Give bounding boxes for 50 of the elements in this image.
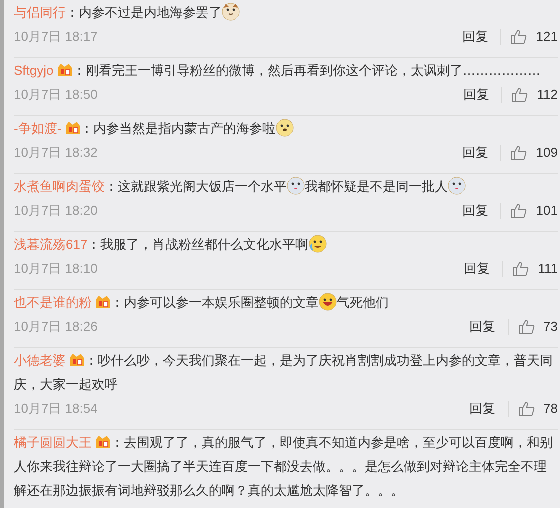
- emoji-icon: [287, 177, 305, 195]
- username-link[interactable]: -争如渡-: [14, 121, 62, 136]
- comment-time: 10月7日 18:10: [14, 260, 98, 278]
- like-count: 109: [536, 144, 558, 162]
- comment-time: 10月7日 18:20: [14, 202, 98, 220]
- like-count: 121: [536, 28, 558, 46]
- username-link[interactable]: 与侣同行: [14, 5, 66, 20]
- like-count: 111: [538, 260, 558, 278]
- comment-text: -争如渡- ：内参当然是指内蒙古产的海参啦: [14, 117, 558, 141]
- comment-time: 10月7日 18:54: [14, 400, 98, 418]
- username-link[interactable]: Sftgyjo: [14, 63, 54, 78]
- reply-link[interactable]: 回复: [463, 87, 502, 103]
- comment-text: 橘子圆圆大王 ：去围观了了，真的服气了，即使真不知道内参是啥，至少可以百度啊，和别人你来我往辩论了一大圈搞了半天连百度一下都没去做。。。是怎么做到对辩论主体完全不理解还在那边振振有词地辩驳那么久的啊？真的太尴尬太降智了。。。: [14, 434, 554, 500]
- reply-link[interactable]: 回复: [470, 319, 509, 335]
- comment-time: 10月7日 18:26: [14, 318, 98, 336]
- comment-time: 10月7日 18:32: [14, 144, 98, 162]
- thumbs-up-icon[interactable]: [511, 145, 528, 161]
- emoji-icon: [276, 119, 294, 137]
- thumbs-up-icon[interactable]: [518, 319, 535, 335]
- reply-link[interactable]: 回复: [464, 261, 504, 277]
- emoji-icon: [222, 3, 240, 21]
- like-count: 112: [537, 86, 558, 104]
- comment-text: 也不是谁的粉 ：内参可以参一本娱乐圈整顿的文章 气死他们: [14, 292, 390, 313]
- thumbs-up-icon[interactable]: [511, 203, 528, 219]
- reply-link[interactable]: 回复: [462, 203, 502, 219]
- comment-text: 水煮鱼啊肉蛋饺：这就跟紫光阁大饭店一个水平 我都怀疑是不是同一批人: [14, 175, 558, 199]
- thumbs-up-icon[interactable]: [513, 261, 530, 277]
- comment-time: 10月7日 18:17: [14, 28, 98, 46]
- thumbs-up-icon[interactable]: [518, 401, 535, 417]
- comment-text: Sftgyjo ：刚看完王一博引导粉丝的微博，然后再看到你这个评论，太讽刺了………………: [14, 62, 542, 80]
- emoji-icon: [448, 177, 466, 195]
- username-link[interactable]: 也不是谁的粉: [14, 295, 92, 310]
- username-link[interactable]: 水煮鱼啊肉蛋饺: [14, 179, 105, 194]
- reply-link[interactable]: 回复: [470, 401, 509, 417]
- comment-text: 浅暮流殇617：我服了，肖战粉丝都什么文化水平啊: [14, 233, 558, 257]
- emoji-icon: [308, 235, 327, 253]
- reply-link[interactable]: 回复: [462, 29, 502, 45]
- comment-text: 小德老婆 ：吵什么吵，今天我们聚在一起，是为了庆祝肖割割成功登上内参的文章，普天同庆，大家一起欢呼: [14, 352, 554, 394]
- thumbs-up-icon[interactable]: [512, 87, 528, 103]
- reply-link[interactable]: 回复: [462, 145, 502, 161]
- like-count: 78: [544, 400, 558, 418]
- comment-time: 10月7日 18:50: [14, 86, 98, 104]
- comment-text: 与侣同行：内参不过是内地海参罢了: [14, 1, 558, 25]
- username-link[interactable]: 浅暮流殇617: [14, 237, 88, 252]
- like-count: 73: [544, 318, 558, 336]
- like-count: 101: [536, 202, 558, 220]
- username-link[interactable]: 橘子圆圆大王: [14, 435, 92, 450]
- username-link[interactable]: 小德老婆: [14, 353, 66, 368]
- thumbs-up-icon[interactable]: [511, 29, 528, 45]
- emoji-icon: [319, 293, 337, 311]
